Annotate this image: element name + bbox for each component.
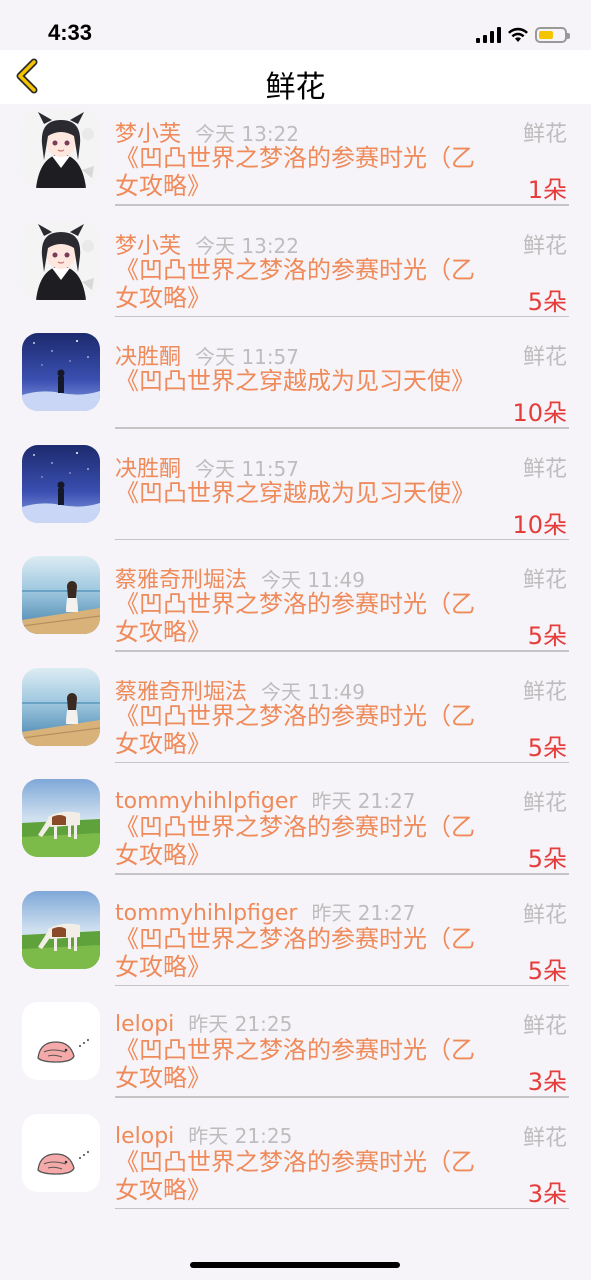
sender-name-text: lelopi — [115, 1123, 175, 1149]
row-divider — [115, 204, 569, 206]
gift-category: 鲜花 — [522, 568, 567, 593]
list-item[interactable]: 蔡雅奇刑堀法 今天 11:49 鲜花 《凹凸世界之梦洛的参赛时光（乙女攻略》 5朵 — [0, 662, 591, 774]
gift-category: 鲜花 — [522, 679, 567, 705]
timestamp: 今天 11:49 — [261, 568, 366, 592]
list-item[interactable]: tommyhihlpfiger 昨天 21:27 鲜花 《凹凸世界之梦洛的参赛时光… — [0, 773, 591, 885]
cellular-signal-icon — [476, 27, 501, 43]
avatar[interactable] — [22, 556, 100, 634]
list-item[interactable]: 蔡雅奇刑堀法 今天 11:49 鲜花 《凹凸世界之梦洛的参赛时光（乙女攻略》 5朵 — [0, 550, 591, 662]
flower-count: 5朵 — [527, 733, 567, 762]
flower-count: 10朵 — [512, 399, 567, 427]
sender-name: lelopi 昨天 21:25 — [115, 1008, 292, 1037]
timestamp: 昨天 21:27 — [311, 789, 416, 813]
sender-name-text: tommyhihlpfiger — [115, 789, 298, 814]
avatar[interactable] — [22, 221, 100, 300]
flower-count: 3朵 — [527, 1179, 567, 1208]
sender-name: tommyhihlpfiger 昨天 21:27 — [115, 897, 415, 926]
book-title[interactable]: 《凹凸世界之梦洛的参赛时光（乙女攻略》 — [115, 144, 475, 200]
avatar[interactable] — [22, 444, 100, 523]
book-title[interactable]: 《凹凸世界之梦洛的参赛时光（乙女攻略》 — [115, 1148, 475, 1204]
navigation-bar: 鲜花 — [0, 50, 591, 105]
avatar[interactable] — [22, 110, 100, 188]
row-divider — [115, 873, 569, 875]
flower-count: 1朵 — [527, 176, 567, 204]
gift-category: 鲜花 — [522, 902, 567, 928]
flower-gift-list: 梦小芙 今天 13:22 鲜花 《凹凸世界之梦洛的参赛时光（乙女攻略》 1朵 梦小… — [0, 104, 591, 1219]
avatar[interactable] — [22, 333, 100, 411]
avatar[interactable] — [22, 1113, 100, 1192]
row-divider — [115, 984, 569, 986]
list-item[interactable]: 梦小芙 今天 13:22 鲜花 《凹凸世界之梦洛的参赛时光（乙女攻略》 1朵 — [0, 104, 591, 216]
row-divider — [115, 1207, 569, 1209]
gift-category: 鲜花 — [522, 122, 567, 147]
flower-count: 5朵 — [527, 622, 567, 650]
avatar[interactable] — [22, 1002, 100, 1080]
gift-category: 鲜花 — [522, 1014, 567, 1039]
timestamp: 今天 11:57 — [195, 456, 300, 481]
timestamp: 昨天 21:27 — [311, 900, 416, 925]
list-item[interactable]: tommyhihlpfiger 昨天 21:27 鲜花 《凹凸世界之梦洛的参赛时光… — [0, 885, 591, 997]
gift-category: 鲜花 — [522, 456, 567, 482]
row-divider — [115, 538, 569, 540]
timestamp: 昨天 21:25 — [188, 1012, 293, 1036]
avatar[interactable] — [22, 667, 100, 746]
book-title[interactable]: 《凹凸世界之穿越成为见习天使》 — [115, 367, 475, 395]
wifi-icon — [508, 27, 528, 42]
flower-count: 5朵 — [527, 287, 567, 316]
timestamp: 昨天 21:25 — [188, 1123, 293, 1148]
timestamp: 今天 11:57 — [195, 345, 300, 369]
row-divider — [115, 1096, 569, 1098]
sender-name: tommyhihlpfiger 昨天 21:27 — [115, 785, 415, 814]
book-title[interactable]: 《凹凸世界之梦洛的参赛时光（乙女攻略》 — [115, 256, 475, 312]
timestamp: 今天 13:22 — [195, 122, 300, 146]
book-title[interactable]: 《凹凸世界之梦洛的参赛时光（乙女攻略》 — [115, 813, 475, 869]
row-divider — [115, 315, 569, 317]
book-title[interactable]: 《凹凸世界之梦洛的参赛时光（乙女攻略》 — [115, 925, 475, 981]
status-time: 4:33 — [48, 20, 93, 45]
book-title[interactable]: 《凹凸世界之梦洛的参赛时光（乙女攻略》 — [115, 702, 475, 758]
flower-count: 5朵 — [527, 956, 567, 985]
row-divider — [115, 761, 569, 763]
book-title[interactable]: 《凹凸世界之穿越成为见习天使》 — [115, 479, 475, 507]
list-item[interactable]: 决胜酮 今天 11:57 鲜花 《凹凸世界之穿越成为见习天使》 10朵 — [0, 327, 591, 439]
gift-category: 鲜花 — [522, 1125, 567, 1151]
timestamp: 今天 11:49 — [261, 679, 366, 704]
status-bar: 4:33 — [0, 0, 591, 50]
sender-name-text: lelopi — [115, 1012, 175, 1037]
avatar[interactable] — [22, 779, 100, 857]
gift-category: 鲜花 — [522, 233, 567, 259]
list-item[interactable]: 决胜酮 今天 11:57 鲜花 《凹凸世界之穿越成为见习天使》 10朵 — [0, 439, 591, 551]
row-divider — [115, 650, 569, 652]
timestamp: 今天 13:22 — [195, 233, 300, 258]
home-indicator — [190, 1262, 400, 1268]
sender-name: lelopi 昨天 21:25 — [115, 1120, 292, 1149]
flower-count: 5朵 — [527, 845, 567, 873]
list-item[interactable]: lelopi 昨天 21:25 鲜花 《凹凸世界之梦洛的参赛时光（乙女攻略》 3朵 — [0, 996, 591, 1108]
status-icons — [476, 24, 570, 46]
avatar[interactable] — [22, 890, 100, 969]
list-item[interactable]: lelopi 昨天 21:25 鲜花 《凹凸世界之梦洛的参赛时光（乙女攻略》 3朵 — [0, 1108, 591, 1220]
page-title: 鲜花 — [265, 70, 326, 105]
row-divider — [115, 427, 569, 429]
battery-icon — [535, 27, 570, 43]
gift-category: 鲜花 — [522, 791, 567, 816]
book-title[interactable]: 《凹凸世界之梦洛的参赛时光（乙女攻略》 — [115, 1036, 475, 1092]
book-title[interactable]: 《凹凸世界之梦洛的参赛时光（乙女攻略》 — [115, 590, 475, 646]
flower-count: 3朵 — [527, 1068, 567, 1096]
flower-count: 10朵 — [512, 510, 567, 539]
sender-name-text: tommyhihlpfiger — [115, 900, 298, 926]
list-item[interactable]: 梦小芙 今天 13:22 鲜花 《凹凸世界之梦洛的参赛时光（乙女攻略》 5朵 — [0, 216, 591, 328]
gift-category: 鲜花 — [522, 345, 567, 370]
